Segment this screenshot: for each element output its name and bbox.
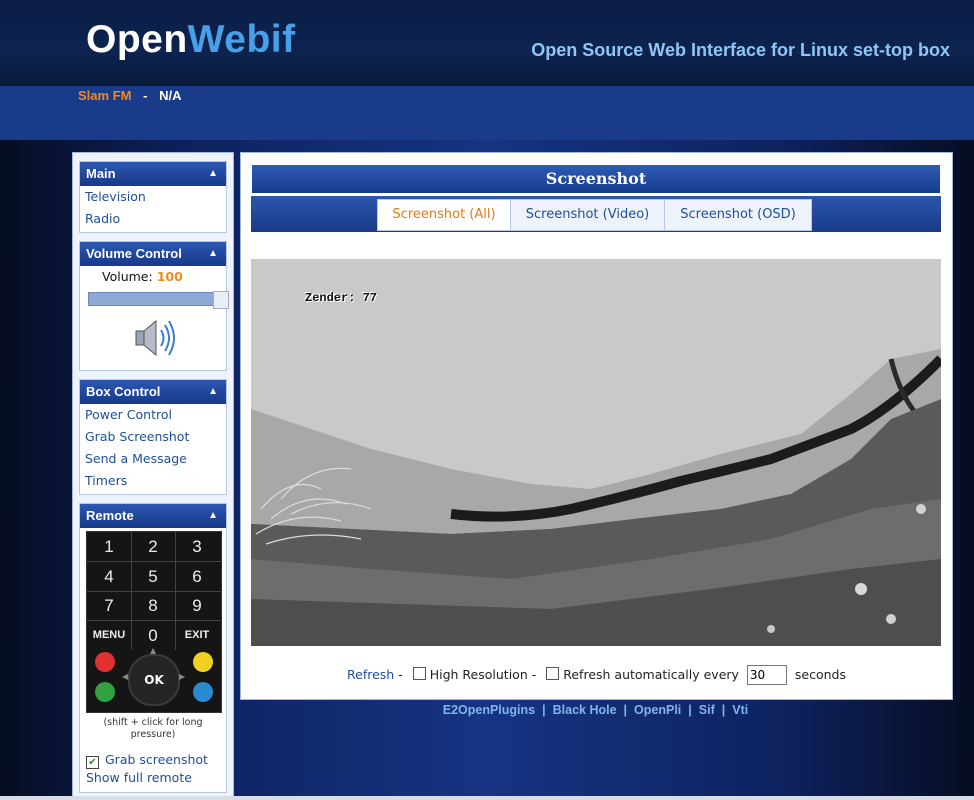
collapse-caret-icon[interactable]: ▲ [208,162,218,186]
main-menu-box: Main ▲ Television Radio [79,161,227,233]
sidebar-item-send-message[interactable]: Send a Message [80,448,226,470]
remote-blue-button[interactable] [193,682,213,702]
header-tagline: Open Source Web Interface for Linux set-… [531,40,950,60]
remote-right-arrow-icon[interactable]: ▶ [179,672,185,681]
box-control-header[interactable]: Box Control ▲ [80,380,226,404]
refresh-separator: - [531,667,537,682]
remote-red-button[interactable] [95,652,115,672]
remote-key-7[interactable]: 7 [87,591,131,620]
refresh-controls: Refresh - High Resolution - Refresh auto… [241,665,952,685]
remote-header[interactable]: Remote ▲ [80,504,226,528]
remote-key-4[interactable]: 4 [87,562,131,591]
speaker-icon[interactable] [130,316,180,360]
collapse-caret-icon[interactable]: ▲ [208,504,218,528]
browser-status-bar [0,796,974,800]
main-menu-header[interactable]: Main ▲ [80,162,226,186]
screenshot-tabs: Screenshot (All) Screenshot (Video) Scre… [251,196,941,232]
remote-key-1[interactable]: 1 [87,532,131,561]
volume-label: Volume: [102,269,153,284]
sidebar-item-radio[interactable]: Radio [80,208,226,230]
refresh-separator: - [398,667,403,682]
page-header: OpenWebif Open Source Web Interface for … [0,0,974,86]
volume-slider[interactable] [88,291,229,309]
remote-box: Remote ▲ 1 2 3 4 5 6 7 8 9 MENU 0 EXIT O… [79,503,227,793]
openwebif-logo[interactable]: OpenWebif [86,18,296,62]
footer-links: E2OpenPlugins | Black Hole | OpenPli | Sif | Vti [240,703,951,717]
tab-screenshot-all[interactable]: Screenshot (All) [377,199,511,231]
remote-hint: (shift + click for long pressure) [103,717,203,740]
sidebar: Main ▲ Television Radio Volume Control ▲… [72,152,234,798]
remote-key-menu[interactable]: MENU [87,621,131,650]
high-resolution-label[interactable]: High Resolution [430,667,528,682]
remote-yellow-button[interactable] [193,652,213,672]
remote-ok-button[interactable]: OK [128,654,180,706]
logo-text-open: Open [86,18,188,61]
seconds-label: seconds [794,667,846,682]
current-channel[interactable]: Slam FM [78,88,131,103]
box-control-title: Box Control [86,384,161,399]
volume-control-title: Volume Control [86,246,182,261]
tab-screenshot-osd[interactable]: Screenshot (OSD) [664,199,812,231]
logo-text-webif: Webif [187,18,296,61]
volume-value: 100 [156,269,183,284]
collapse-caret-icon[interactable]: ▲ [208,242,218,266]
volume-control-box: Volume Control ▲ Volume: 100 [79,241,229,371]
now-playing: Slam FM - N/A [78,88,181,103]
osd-channel-number: Zender: 77 [305,291,378,305]
remote-green-button[interactable] [95,682,115,702]
footer-link-e2openplugins[interactable]: E2OpenPlugins [436,703,542,717]
remote-title: Remote [86,508,134,523]
volume-control-header[interactable]: Volume Control ▲ [80,242,226,266]
footer-link-sif[interactable]: Sif [692,703,722,717]
page-title: Screenshot [252,165,940,193]
main-panel: Screenshot Screenshot (All) Screenshot (… [240,152,953,700]
collapse-caret-icon[interactable]: ▲ [208,380,218,404]
grab-screenshot-label[interactable]: Grab screenshot [105,752,208,767]
box-control-box: Box Control ▲ Power Control Grab Screens… [79,379,227,495]
now-playing-separator: - [143,88,148,103]
volume-readout: Volume: 100 [80,266,226,288]
volume-slider-handle[interactable] [213,291,229,309]
footer-link-vti[interactable]: Vti [725,703,755,717]
current-event: N/A [159,88,182,103]
remote-key-6[interactable]: 6 [175,562,219,591]
show-full-remote-link[interactable]: Show full remote [80,769,226,787]
grab-screenshot-checkbox[interactable]: ✔ [86,756,99,769]
grab-screenshot-option[interactable]: ✔ Grab screenshot [80,751,226,769]
refresh-interval-input[interactable] [746,665,787,685]
high-resolution-checkbox[interactable] [412,667,426,680]
footer-link-black-hole[interactable]: Black Hole [546,703,624,717]
tab-screenshot-video[interactable]: Screenshot (Video) [510,199,665,231]
remote-control: 1 2 3 4 5 6 7 8 9 MENU 0 EXIT OK ▲ ◀ ▶ [86,531,222,713]
refresh-link[interactable]: Refresh [347,667,394,682]
sidebar-item-television[interactable]: Television [80,186,226,208]
sidebar-item-power-control[interactable]: Power Control [80,404,226,426]
auto-refresh-label[interactable]: Refresh automatically every [563,667,739,682]
remote-left-arrow-icon[interactable]: ◀ [122,672,128,681]
remote-key-exit[interactable]: EXIT [175,621,219,650]
sidebar-item-grab-screenshot[interactable]: Grab Screenshot [80,426,226,448]
remote-key-8[interactable]: 8 [131,591,175,620]
remote-up-arrow-icon[interactable]: ▲ [150,646,156,655]
footer-link-openpli[interactable]: OpenPli [627,703,688,717]
sidebar-item-timers[interactable]: Timers [80,470,226,492]
remote-key-5[interactable]: 5 [131,562,175,591]
main-menu-title: Main [86,166,116,181]
screenshot-image: Zender: 77 [251,259,941,646]
auto-refresh-checkbox[interactable] [546,667,560,680]
screenshot-scene [251,259,941,646]
remote-key-2[interactable]: 2 [131,532,175,561]
remote-key-3[interactable]: 3 [175,532,219,561]
remote-key-9[interactable]: 9 [175,591,219,620]
